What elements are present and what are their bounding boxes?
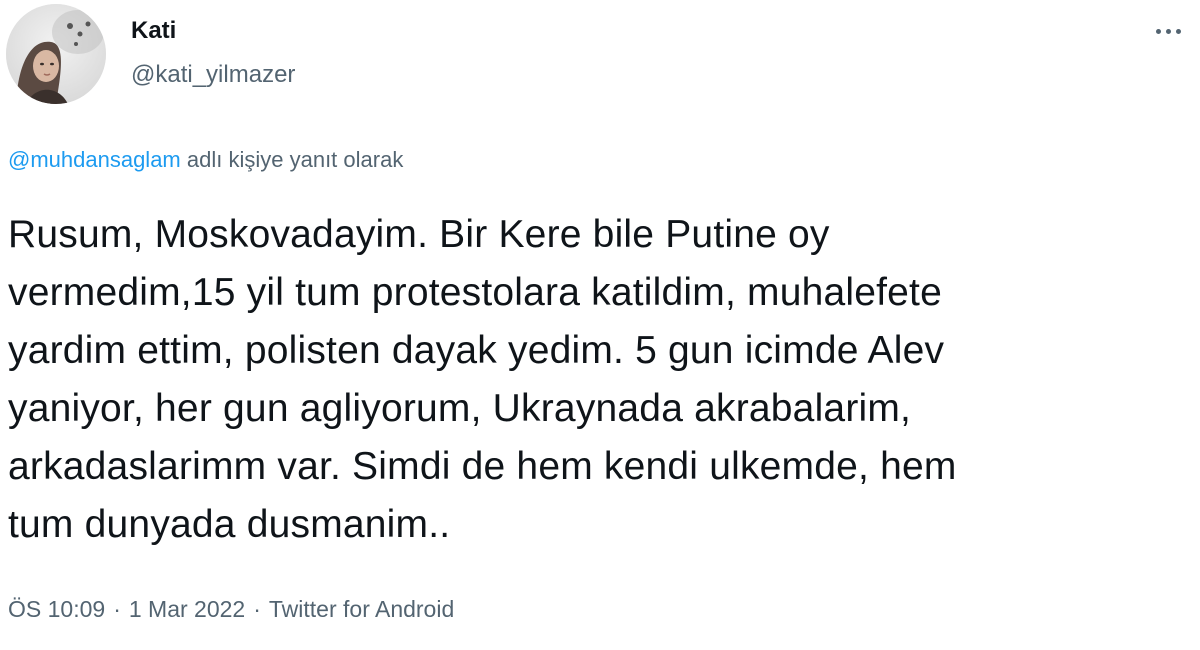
- avatar[interactable]: [6, 4, 106, 104]
- author-display-name[interactable]: Kati: [131, 16, 176, 46]
- tweet-time[interactable]: ÖS 10:09: [8, 596, 105, 622]
- reply-context-suffix: adlı kişiye yanıt olarak: [186, 147, 404, 172]
- more-options-button[interactable]: [1146, 16, 1190, 46]
- reply-context: @muhdansaglam adlı kişiye yanıt olarak: [8, 145, 403, 175]
- meta-separator: ·: [253, 596, 261, 622]
- tweet-text: Rusum, Moskovadayim. Bir Kere bile Putin…: [8, 213, 957, 546]
- profile-photo-icon: [6, 4, 106, 104]
- reply-target-link[interactable]: @muhdansaglam: [8, 147, 181, 172]
- author-handle[interactable]: @kati_yilmazer: [131, 60, 295, 90]
- more-horizontal-icon: [1155, 28, 1161, 34]
- meta-separator: ·: [113, 596, 121, 622]
- more-horizontal-icon-dot: [1175, 28, 1181, 34]
- tweet-date[interactable]: 1 Mar 2022: [129, 596, 245, 622]
- tweet-source[interactable]: Twitter for Android: [269, 596, 454, 622]
- tweet-metadata: ÖS 10:09 · 1 Mar 2022 · Twitter for Android: [8, 593, 454, 625]
- tweet-card: Kati @kati_yilmazer @muhdansaglam adlı k…: [0, 0, 1200, 650]
- more-horizontal-icon-dot: [1165, 28, 1171, 34]
